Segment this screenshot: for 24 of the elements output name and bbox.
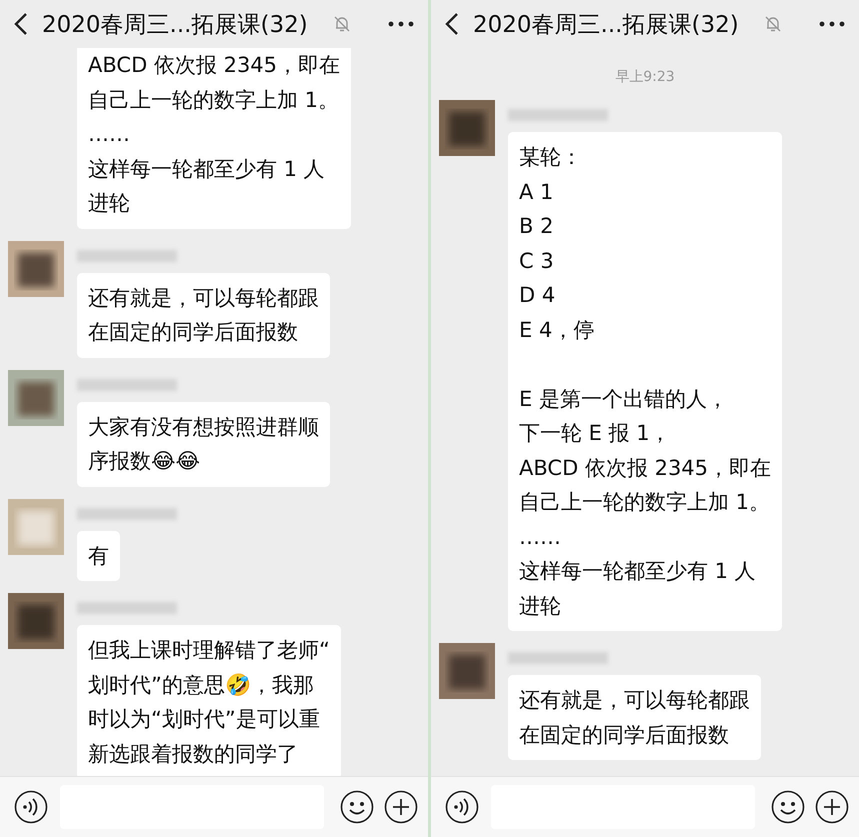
timestamp: 早上9:23 xyxy=(615,68,675,86)
back-icon[interactable] xyxy=(445,12,459,36)
emoji-icon[interactable] xyxy=(340,790,374,824)
message-bubble: 还有就是，可以每轮都跟 在固定的同学后面报数 xyxy=(508,675,761,760)
plus-icon[interactable] xyxy=(384,790,418,824)
chat-title: 2020春周三...拓展课(32) xyxy=(42,10,308,40)
voice-icon[interactable] xyxy=(445,790,479,824)
more-icon[interactable] xyxy=(388,21,414,27)
message-bubble: 某轮： A 1 B 2 C 3 D 4 E 4，停 E 是第一个出错的人， 下一轮 E 报 1， ABCD 依次报 2345，即在 自己上一轮的数字上加 1。 …… 这样每一轮都至少有 1 人 进轮 xyxy=(508,132,782,631)
message-bubble: 还有就是，可以每轮都跟 在固定的同学后面报数 xyxy=(77,272,330,358)
back-icon[interactable] xyxy=(14,12,28,36)
muted-bell-icon xyxy=(332,14,352,34)
message-bubble: 大家有没有想按照进群顺 序报数😂😂 xyxy=(77,402,330,486)
emoji-icon[interactable] xyxy=(771,790,805,824)
voice-icon[interactable] xyxy=(14,790,48,824)
message-bubble: 有 xyxy=(77,530,120,581)
muted-bell-icon xyxy=(762,14,783,34)
message-bubble: 但我上课时理解错了老师“ 划时代”的意思🤣，我那 时以为“划时代”是可以重 新选跟着报数的同学了 xyxy=(77,625,341,776)
plus-icon[interactable] xyxy=(815,790,849,824)
avatar[interactable] xyxy=(8,370,64,426)
message-bubble: ABCD 依次报 2345，即在 自己上一轮的数字上加 1。 …… 这样每一轮都至少有 1 人 进轮 xyxy=(77,48,352,228)
avatar[interactable] xyxy=(8,240,64,296)
more-icon[interactable] xyxy=(819,21,845,27)
chat-title: 2020春周三...拓展课(32) xyxy=(473,10,739,40)
